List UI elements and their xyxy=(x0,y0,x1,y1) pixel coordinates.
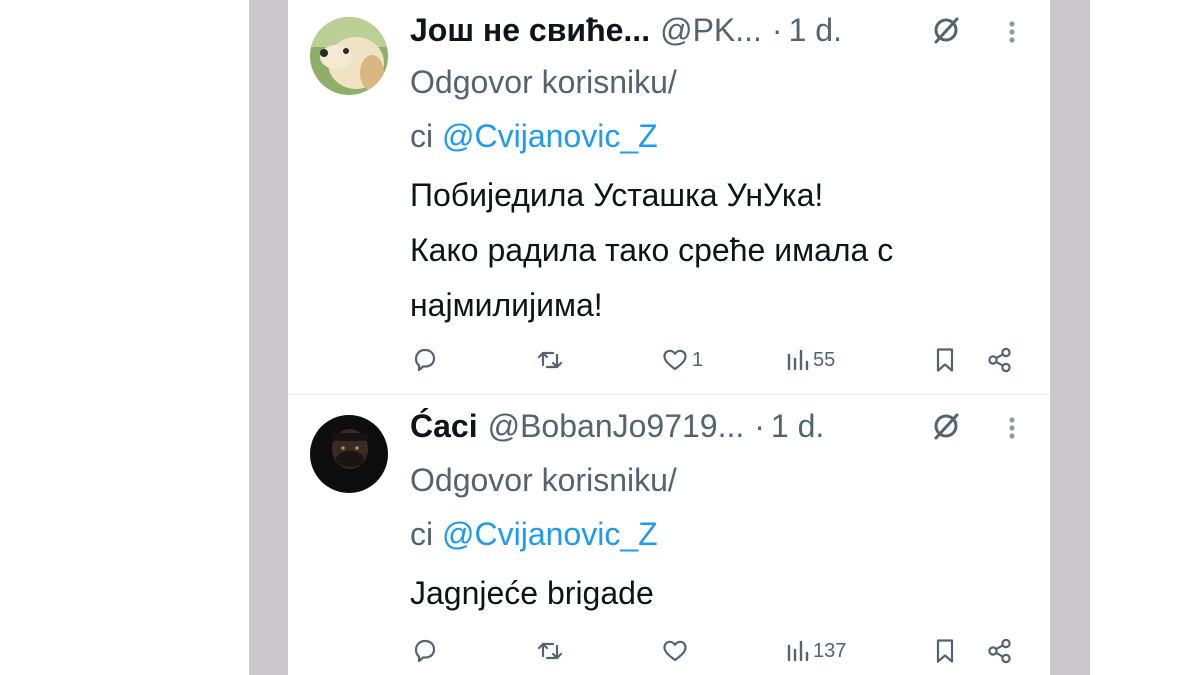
share-button[interactable] xyxy=(985,631,1015,671)
views-count: 137 xyxy=(813,639,847,662)
bookmark-button[interactable] xyxy=(930,631,960,671)
retweet-icon xyxy=(537,351,563,369)
reply-mention-link[interactable]: @Cvijanovic_Z xyxy=(442,516,658,552)
retweet-button[interactable] xyxy=(535,631,567,671)
timestamp[interactable]: 1 d. xyxy=(771,404,824,448)
user-handle[interactable]: @PK... xyxy=(660,8,762,52)
reply-context-line-1: Odgovor korisniku/ xyxy=(410,462,677,498)
avatar[interactable] xyxy=(310,17,388,95)
timestamp[interactable]: 1 d. xyxy=(789,8,842,52)
views-count: 55 xyxy=(813,348,836,371)
reply-context-line-2: ci @Cvijanovic_Z xyxy=(410,108,658,164)
like-icon xyxy=(663,349,687,371)
display-name[interactable]: Још не свиће... xyxy=(410,8,650,52)
tweet-2[interactable]: Ćaci @BobanJo9719... · 1 d. Odgovor kori… xyxy=(288,395,1050,675)
bookmark-button[interactable] xyxy=(930,340,960,380)
views-icon xyxy=(787,349,809,371)
reply-button[interactable] xyxy=(410,631,442,671)
reply-icon xyxy=(414,639,436,663)
tweet-actions: 137 xyxy=(410,631,1030,671)
reply-context-line-2: ci @Cvijanovic_Z xyxy=(410,506,658,562)
reply-ci-text: ci xyxy=(410,516,434,552)
like-icon xyxy=(663,640,687,662)
reply-ci-text: ci xyxy=(410,118,434,154)
grok-icon[interactable] xyxy=(928,8,964,52)
reply-button[interactable] xyxy=(410,340,442,380)
tweet-divider xyxy=(288,394,1050,395)
tweet-text-line: најмилијима! xyxy=(410,287,603,323)
separator-dot: · xyxy=(771,12,783,48)
more-icon[interactable] xyxy=(1000,10,1024,54)
views-icon xyxy=(787,640,809,662)
avatar[interactable] xyxy=(310,415,388,493)
reply-mention-link[interactable]: @Cvijanovic_Z xyxy=(442,118,658,154)
share-icon xyxy=(988,347,1011,373)
tweet-1[interactable]: Још не свиће... @PK... · 1 d. Odgovor ko… xyxy=(288,0,1050,394)
like-button[interactable] xyxy=(660,631,692,671)
dark-figure-avatar-image xyxy=(310,415,388,493)
views-button[interactable]: 55 xyxy=(785,340,835,380)
retweet-button[interactable] xyxy=(535,340,567,380)
bookmark-icon xyxy=(936,348,954,372)
grok-icon[interactable] xyxy=(928,404,964,448)
puppy-avatar-image xyxy=(310,17,388,95)
tweet-actions: 1 55 xyxy=(410,340,1030,380)
tweet-text-line: Како радила тако среће имала с xyxy=(410,232,894,268)
display-name[interactable]: Ćaci xyxy=(410,404,478,448)
bookmark-icon xyxy=(936,639,954,663)
user-handle[interactable]: @BobanJo9719... xyxy=(488,404,745,448)
left-gutter xyxy=(249,0,288,675)
share-icon xyxy=(988,638,1011,664)
reply-icon xyxy=(414,348,436,372)
share-button[interactable] xyxy=(985,340,1015,380)
tweet-text-line: Jagnjeće brigade xyxy=(410,575,654,611)
like-button[interactable]: 1 xyxy=(660,340,703,380)
more-icon[interactable] xyxy=(1000,406,1024,450)
tweet-text-line: Побиједила Усташка УнУка! xyxy=(410,177,824,213)
reply-feed: Још не свиће... @PK... · 1 d. Odgovor ko… xyxy=(288,0,1050,675)
reply-context-line-1: Odgovor korisniku/ xyxy=(410,64,677,100)
views-button[interactable]: 137 xyxy=(785,631,846,671)
retweet-icon xyxy=(537,642,563,660)
right-gutter xyxy=(1050,0,1090,675)
separator-dot: · xyxy=(754,408,765,444)
like-count: 1 xyxy=(692,348,704,371)
